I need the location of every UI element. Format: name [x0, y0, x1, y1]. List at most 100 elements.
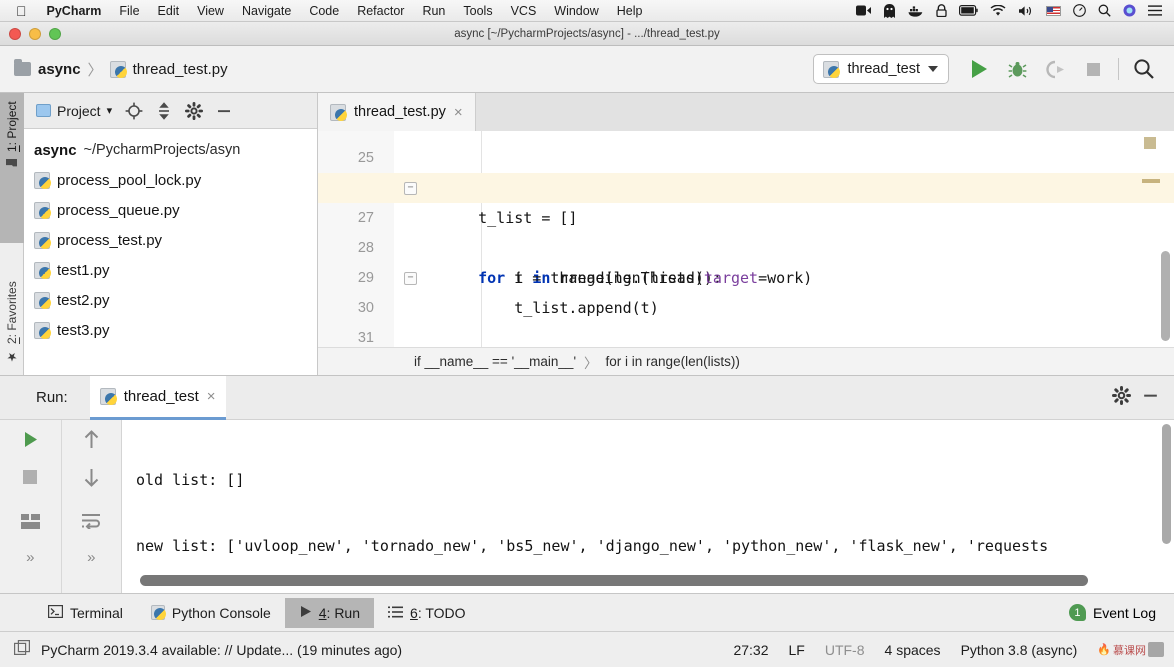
- code-line-current: 27 − for i in range(len(lists)):: [318, 173, 1174, 287]
- battery-icon[interactable]: [953, 0, 984, 22]
- window-title-bar: async [~/PycharmProjects/async] - .../th…: [0, 22, 1174, 46]
- line-separator[interactable]: LF: [789, 642, 805, 658]
- code-line: 28 t = threading.Thread(target=work): [318, 203, 1174, 287]
- code-line: 31: [318, 293, 1174, 346]
- list-item[interactable]: process_queue.py: [24, 195, 317, 225]
- console-vertical-scrollbar[interactable]: [1162, 424, 1171, 544]
- python-file-icon: [34, 201, 51, 219]
- soft-wrap-button[interactable]: [76, 506, 106, 536]
- project-panel-tab[interactable]: Project ▾: [32, 101, 116, 121]
- close-icon[interactable]: ×: [454, 104, 463, 121]
- editor-tab-strip: thread_test.py ×: [318, 93, 1174, 131]
- indent-setting[interactable]: 4 spaces: [885, 642, 941, 658]
- bottom-tab-terminal-label: Terminal: [70, 604, 123, 621]
- sidebar-item-project[interactable]: 1: Project: [0, 93, 24, 243]
- docker-whale-icon[interactable]: [902, 0, 930, 22]
- volume-icon[interactable]: [1012, 0, 1040, 22]
- menu-tools[interactable]: Tools: [454, 4, 501, 18]
- breadcrumb-file-label: thread_test.py: [132, 60, 228, 78]
- run-console-output[interactable]: old list: [] new list: ['uvloop_new', 't…: [122, 420, 1174, 594]
- search-everywhere-button[interactable]: [1126, 52, 1162, 86]
- menu-file[interactable]: File: [110, 4, 148, 18]
- breadcrumb-separator: 〉: [87, 61, 103, 79]
- debug-button[interactable]: [999, 52, 1035, 86]
- down-arrow-button[interactable]: [76, 462, 106, 492]
- file-encoding[interactable]: UTF-8: [825, 642, 865, 658]
- locate-icon[interactable]: [122, 99, 146, 123]
- error-stripe-marker[interactable]: [1144, 137, 1156, 149]
- run-button[interactable]: [961, 52, 997, 86]
- screen-recording-icon[interactable]: [850, 0, 877, 22]
- breadcrumb-scope-main[interactable]: if __name__ == '__main__': [414, 354, 576, 369]
- breadcrumb-scope-for[interactable]: for i in range(len(lists)): [606, 354, 740, 369]
- pycharm-window:  PyCharm File Edit View Navigate Code R…: [0, 0, 1174, 667]
- file-name: process_queue.py: [57, 201, 180, 219]
- lock-icon[interactable]: [930, 0, 953, 22]
- siri-icon[interactable]: [1117, 0, 1142, 22]
- window-title: async [~/PycharmProjects/async] - .../th…: [454, 27, 720, 40]
- ghost-icon[interactable]: [877, 0, 902, 22]
- fold-collapse-icon[interactable]: −: [404, 182, 417, 195]
- bug-icon: [1008, 61, 1026, 78]
- menu-view[interactable]: View: [188, 4, 233, 18]
- menu-navigate[interactable]: Navigate: [233, 4, 300, 18]
- menu-window[interactable]: Window: [545, 4, 607, 18]
- run-panel-header-actions: [1112, 385, 1174, 410]
- up-arrow-button[interactable]: [76, 424, 106, 454]
- control-center-icon[interactable]: [1142, 0, 1174, 22]
- menu-code[interactable]: Code: [300, 4, 348, 18]
- bottom-tab-todo[interactable]: 6: TODO: [374, 598, 480, 628]
- settings-icon[interactable]: [182, 99, 206, 123]
- settings-icon[interactable]: [1112, 385, 1131, 410]
- code-editor[interactable]: 25 start = time.time() 26 t_list = [] 27…: [318, 131, 1174, 375]
- bottom-tool-window-strip: Terminal Python Console 4: Run 6: TODO 1…: [0, 593, 1174, 631]
- stop-button[interactable]: [1075, 52, 1111, 86]
- list-item[interactable]: process_test.py: [24, 225, 317, 255]
- us-flag-icon[interactable]: [1040, 0, 1067, 22]
- status-message[interactable]: PyCharm 2019.3.4 available: // Update...…: [41, 642, 402, 658]
- fold-collapse-icon[interactable]: −: [404, 272, 417, 285]
- collapse-all-icon[interactable]: [152, 99, 176, 123]
- project-root-row[interactable]: async ~/PycharmProjects/asyn: [24, 135, 317, 165]
- stop-button[interactable]: [15, 462, 45, 492]
- bottom-tab-run[interactable]: 4: Run: [284, 597, 375, 628]
- menu-refactor[interactable]: Refactor: [348, 4, 413, 18]
- list-item[interactable]: test1.py: [24, 255, 317, 285]
- console-horizontal-scrollbar[interactable]: [140, 575, 1088, 586]
- run-configuration-selector[interactable]: thread_test: [813, 54, 949, 84]
- wifi-icon[interactable]: [984, 0, 1012, 22]
- coverage-button[interactable]: [1037, 52, 1073, 86]
- run-tab-thread-test[interactable]: thread_test ×: [89, 375, 226, 420]
- file-name: test3.py: [57, 321, 110, 339]
- code-line: 29 t_list.append(t): [318, 233, 1174, 317]
- list-item[interactable]: process_pool_lock.py: [24, 165, 317, 195]
- rerun-button[interactable]: [15, 424, 45, 454]
- caret-position[interactable]: 27:32: [733, 642, 768, 658]
- editor-vertical-scrollbar[interactable]: [1161, 251, 1170, 341]
- hide-panel-icon[interactable]: [1141, 386, 1160, 410]
- expand-actions-button[interactable]: »: [15, 542, 45, 572]
- bottom-tab-terminal[interactable]: Terminal: [34, 598, 137, 628]
- close-icon[interactable]: ×: [207, 388, 216, 405]
- menu-edit[interactable]: Edit: [149, 4, 189, 18]
- menu-run[interactable]: Run: [413, 4, 454, 18]
- list-item[interactable]: test3.py: [24, 315, 317, 345]
- bottom-tab-python-console[interactable]: Python Console: [137, 598, 285, 628]
- python-interpreter[interactable]: Python 3.8 (async): [961, 642, 1078, 658]
- menu-vcs[interactable]: VCS: [502, 4, 546, 18]
- print-button[interactable]: [15, 506, 45, 536]
- hide-panel-icon[interactable]: [212, 99, 236, 123]
- event-log-button[interactable]: 1 Event Log: [1068, 604, 1174, 621]
- apple-icon[interactable]: : [0, 4, 38, 18]
- editor-tab-thread-test[interactable]: thread_test.py ×: [318, 93, 476, 131]
- expand-actions-button[interactable]: »: [76, 542, 106, 572]
- spotlight-search-icon[interactable]: [1092, 0, 1117, 22]
- list-item[interactable]: test2.py: [24, 285, 317, 315]
- memory-indicator-icon[interactable]: [0, 639, 41, 660]
- menu-help[interactable]: Help: [608, 4, 652, 18]
- breadcrumb-item-file[interactable]: thread_test.py: [109, 60, 228, 78]
- caret-stripe-marker: [1142, 179, 1160, 183]
- breadcrumb-item-project[interactable]: async: [14, 59, 81, 78]
- clock-icon[interactable]: [1067, 0, 1092, 22]
- menu-pycharm[interactable]: PyCharm: [38, 4, 111, 18]
